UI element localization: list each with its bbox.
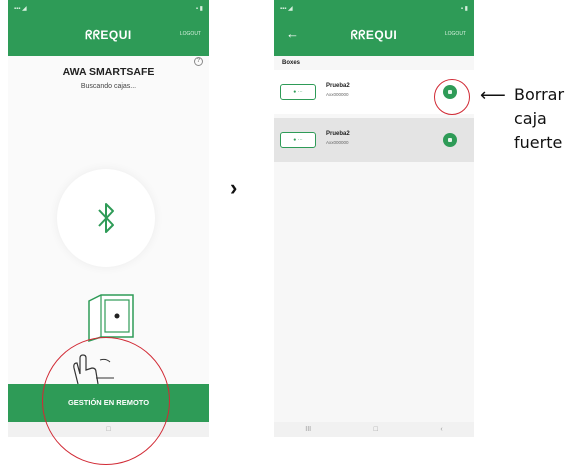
box-badge: ● ··· [280, 132, 316, 148]
chevron-right-icon: › [230, 175, 238, 200]
box-list-item[interactable]: ● ··· Prueba2 Axx000000 [274, 118, 474, 162]
logout-link[interactable]: LOGOUT [180, 31, 201, 37]
page-title: AWA SMARTSAFE [62, 66, 155, 78]
app-header: ▪▪▪ ◢ ▪ ▮ ← ᖇᖇEQUI LOGOUT [274, 0, 474, 56]
box-name: Prueba2 [326, 83, 350, 89]
system-nav-bar: III □ ‹ [274, 422, 474, 437]
help-icon[interactable]: ? [194, 57, 203, 66]
home-nav-icon[interactable]: □ [374, 426, 378, 433]
status-bar: ▪▪▪ ◢ ▪ ▮ [14, 6, 203, 12]
highlight-circle-remote [42, 337, 170, 465]
box-name: Prueba2 [326, 131, 350, 137]
phone-screen-right: ▪▪▪ ◢ ▪ ▮ ← ᖇᖇEQUI LOGOUT Boxes ● ··· Pru… [274, 0, 474, 437]
callout-line: Borrar [514, 85, 565, 104]
callout-arrow-icon: ⟵ [480, 85, 506, 105]
box-id: Axx000000 [326, 140, 349, 145]
delete-box-button[interactable] [443, 133, 457, 147]
callout-label: Borrar caja fuerte [514, 83, 564, 155]
highlight-circle-delete [434, 79, 470, 115]
bluetooth-scan-indicator [57, 169, 155, 267]
brand-logo: ᖇᖇEQUI [85, 28, 132, 42]
status-bar: ▪▪▪ ◢ ▪ ▮ [280, 6, 468, 12]
safe-illustration-icon [88, 294, 134, 343]
back-nav-icon[interactable]: ‹ [440, 426, 442, 433]
recent-apps-icon[interactable]: III [305, 426, 311, 433]
bluetooth-icon [98, 203, 114, 233]
box-badge: ● ··· [280, 84, 316, 100]
status-text: Buscando cajas... [80, 83, 137, 90]
section-title: Boxes [282, 60, 301, 66]
callout-line: fuerte [514, 133, 563, 152]
app-header: ▪▪▪ ◢ ▪ ▮ ᖇᖇEQUI LOGOUT [8, 0, 209, 56]
logout-link[interactable]: LOGOUT [445, 31, 466, 37]
box-id: Axx000000 [326, 92, 349, 97]
callout-line: caja [514, 109, 547, 128]
